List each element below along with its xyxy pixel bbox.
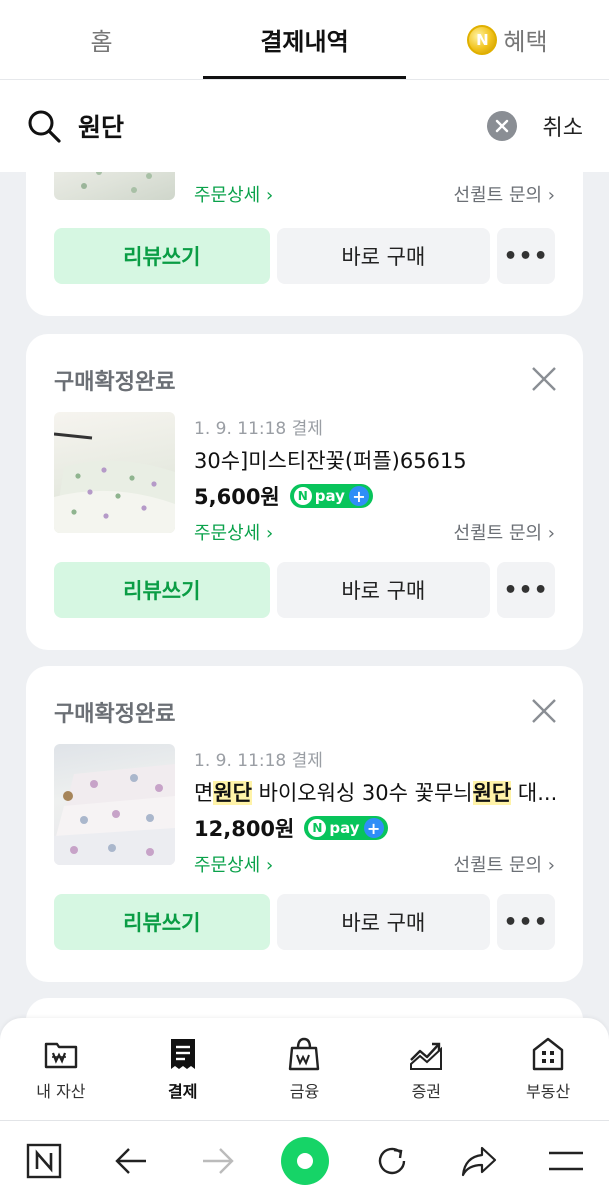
menu-icon[interactable]	[541, 1136, 591, 1186]
nav-securities[interactable]: 증권	[365, 1018, 487, 1120]
seller-inquiry-label: 선퀼트 문의	[453, 523, 543, 544]
product-price: 12,800원	[194, 817, 295, 841]
product-thumbnail[interactable]	[54, 172, 175, 200]
tab-home[interactable]: 홈	[0, 0, 203, 79]
order-card: 주문상세 › 선퀼트 문의 › 리뷰쓰기 바로 구매 •••	[26, 172, 583, 316]
naver-home-icon[interactable]	[19, 1136, 69, 1186]
order-card: 구매확정완료 1. 9. 11:18 결제 면원단 바이오워싱 30수 꽃무늬원…	[26, 666, 583, 982]
forward-arrow-icon[interactable]	[193, 1136, 243, 1186]
search-input[interactable]	[78, 111, 487, 141]
title-segment: 바이오워싱 30수 꽃무늬	[251, 781, 473, 805]
payment-date: 1. 9. 11:18 결제	[194, 419, 323, 439]
wallet-icon	[44, 1042, 78, 1069]
buy-now-button[interactable]: 바로 구매	[276, 228, 491, 284]
stock-chart-icon	[410, 1042, 443, 1070]
order-detail-label: 주문상세	[194, 855, 261, 876]
write-review-button[interactable]: 리뷰쓰기	[54, 228, 270, 284]
search-highlight: 원단	[213, 781, 252, 805]
seller-inquiry-label: 선퀼트 문의	[453, 185, 543, 206]
order-list: 주문상세 › 선퀼트 문의 › 리뷰쓰기 바로 구매 ••• 구매확정완료 1.…	[0, 172, 609, 1018]
building-icon	[532, 1037, 564, 1071]
product-thumbnail[interactable]	[54, 744, 175, 865]
write-review-button[interactable]: 리뷰쓰기	[54, 562, 270, 618]
nav-finance[interactable]: 금융	[244, 1018, 366, 1120]
order-detail-label: 주문상세	[194, 523, 261, 544]
product-title[interactable]: 면원단 바이오워싱 30수 꽃무늬원단 대...	[194, 777, 555, 807]
receipt-icon	[170, 1039, 195, 1069]
clear-search-icon[interactable]	[486, 111, 517, 141]
nav-payment-label: 결제	[167, 1082, 198, 1101]
seller-inquiry-label: 선퀼트 문의	[453, 855, 543, 876]
refresh-icon[interactable]	[367, 1136, 417, 1186]
order-detail-label: 주문상세	[194, 185, 261, 206]
nav-my-assets[interactable]: 내 자산	[0, 1018, 122, 1120]
more-options-button[interactable]: •••	[497, 228, 555, 284]
tab-payment-history[interactable]: 결제내역	[203, 0, 406, 79]
more-options-button[interactable]: •••	[497, 562, 555, 618]
product-title[interactable]: 30수]미스티잔꽃(퍼플)65615	[194, 445, 555, 475]
order-card	[26, 998, 583, 1018]
order-status: 구매확정완료	[54, 370, 176, 395]
buy-now-button[interactable]: 바로 구매	[276, 894, 491, 950]
tab-payment-history-label: 결제내역	[260, 28, 349, 56]
share-icon[interactable]	[454, 1136, 504, 1186]
order-detail-link[interactable]: 주문상세 ›	[194, 181, 273, 207]
npay-plus-badge: Npay +	[289, 484, 373, 508]
green-dot-button[interactable]	[280, 1136, 330, 1186]
payment-date: 1. 9. 11:18 결제	[194, 751, 323, 771]
write-review-button[interactable]: 리뷰쓰기	[54, 894, 270, 950]
nav-securities-label: 증권	[411, 1082, 442, 1101]
search-highlight: 원단	[472, 781, 512, 805]
close-icon[interactable]	[531, 366, 557, 392]
search-icon	[28, 110, 61, 143]
top-tab-bar: 홈 결제내역 N 혜택	[0, 0, 609, 80]
tab-benefits[interactable]: N 혜택	[406, 0, 609, 79]
search-bar: 취소	[0, 80, 609, 172]
tab-benefits-label: 혜택	[503, 28, 548, 56]
product-price: 5,600원	[194, 485, 280, 509]
browser-toolbar	[0, 1120, 609, 1200]
product-title-text: 30수]미스티잔꽃(퍼플)65615	[194, 449, 467, 473]
seller-inquiry-link[interactable]: 선퀼트 문의 ›	[454, 851, 555, 877]
nav-payment[interactable]: 결제	[122, 1018, 244, 1120]
nav-finance-label: 금융	[289, 1082, 320, 1101]
seller-inquiry-link[interactable]: 선퀼트 문의 ›	[454, 519, 555, 545]
shopping-bag-icon	[289, 1037, 320, 1071]
seller-inquiry-link[interactable]: 선퀼트 문의 ›	[454, 181, 555, 207]
title-segment: 대...	[511, 781, 555, 805]
order-detail-link[interactable]: 주문상세 ›	[194, 519, 273, 545]
cancel-search-button[interactable]: 취소	[543, 110, 583, 142]
nav-my-assets-label: 내 자산	[36, 1082, 86, 1101]
npay-label: pay	[329, 819, 360, 837]
npay-label: pay	[314, 487, 345, 505]
title-segment: 면	[194, 781, 214, 805]
npay-plus-badge: Npay +	[304, 816, 388, 840]
back-arrow-icon[interactable]	[106, 1136, 156, 1186]
product-thumbnail[interactable]	[54, 412, 175, 533]
nav-real-estate[interactable]: 부동산	[487, 1018, 609, 1120]
close-icon[interactable]	[531, 698, 557, 724]
order-detail-link[interactable]: 주문상세 ›	[194, 851, 273, 877]
bottom-navigation: 내 자산 결제 금융 증권 부동산	[0, 1018, 609, 1120]
order-status: 구매확정완료	[54, 702, 176, 727]
coin-icon: N	[467, 24, 498, 55]
nav-real-estate-label: 부동산	[526, 1082, 571, 1101]
tab-home-label: 홈	[90, 28, 113, 56]
order-card: 구매확정완료 1. 9. 11:18 결제 30수]미스티잔꽃(퍼플)65615…	[26, 334, 583, 650]
buy-now-button[interactable]: 바로 구매	[276, 562, 491, 618]
more-options-button[interactable]: •••	[497, 894, 555, 950]
